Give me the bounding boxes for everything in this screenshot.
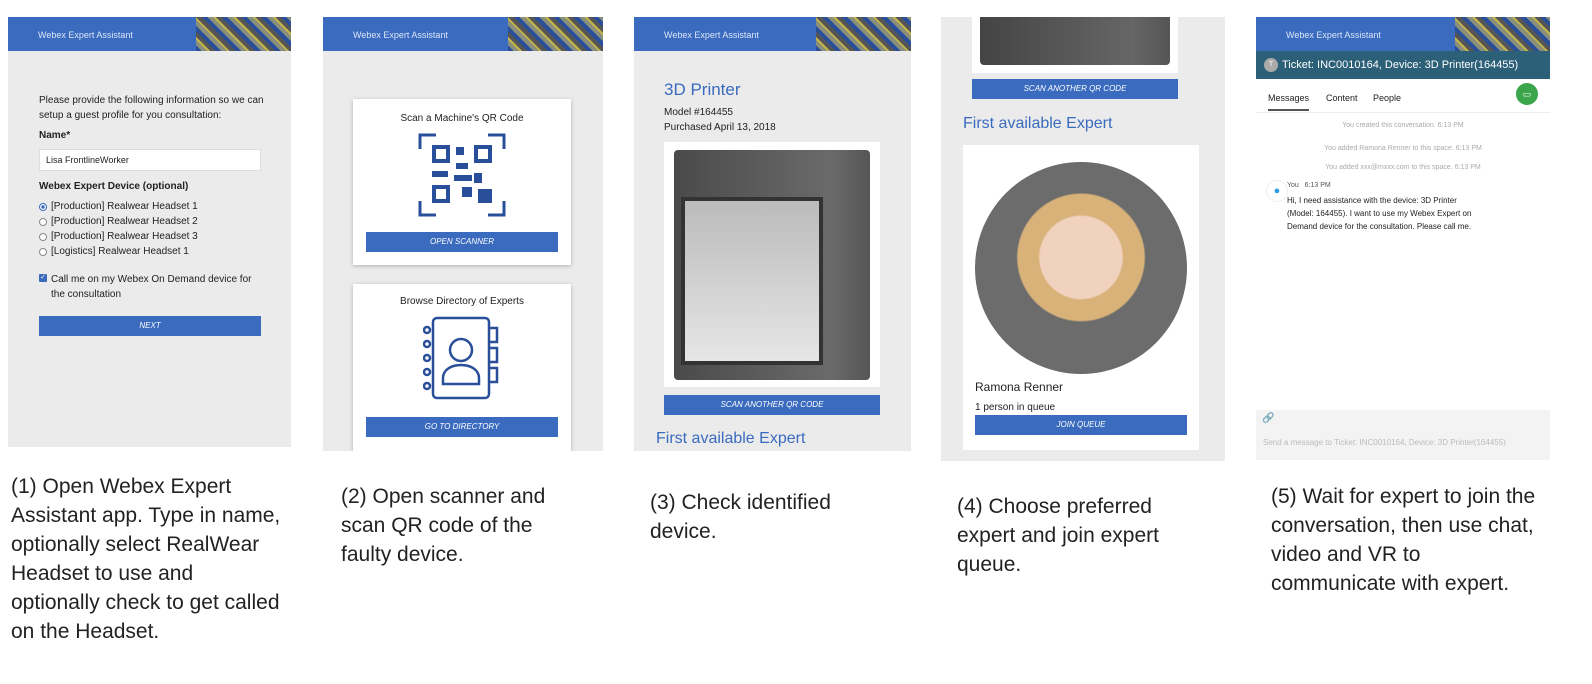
- device-title: 3D Printer: [664, 80, 741, 99]
- radio-label: [Production] Realwear Headset 2: [51, 216, 198, 227]
- tab-people[interactable]: People: [1373, 93, 1401, 103]
- device-radio[interactable]: [Production] Realwear Headset 3: [39, 229, 198, 244]
- screen-guest-profile: Webex Expert Assistant Please provide th…: [8, 17, 291, 447]
- caption-4: (4) Choose preferred expert and join exp…: [957, 495, 1159, 576]
- callme-checkbox[interactable]: ✓: [39, 274, 47, 282]
- attachment-icon[interactable]: 🔗: [1262, 413, 1274, 424]
- device-label: Webex Expert Device (optional): [39, 181, 189, 192]
- go-directory-button[interactable]: GO TO DIRECTORY: [366, 417, 558, 437]
- app-title: Webex Expert Assistant: [38, 30, 133, 40]
- ticket-avatar: T: [1264, 58, 1278, 72]
- app-header: Webex Expert Assistant: [323, 17, 603, 51]
- header-image: [196, 17, 291, 51]
- caption-5: (5) Wait for expert to join the conversa…: [1271, 485, 1536, 595]
- name-label: Name*: [39, 130, 71, 141]
- app-title: Webex Expert Assistant: [353, 30, 448, 40]
- message-time: 6:13 PM: [1304, 182, 1331, 189]
- header-image: [816, 17, 911, 51]
- app-header: Webex Expert Assistant: [8, 17, 291, 51]
- message-text: Hi, I need assistance with the device: 3…: [1287, 196, 1472, 231]
- next-button[interactable]: NEXT: [39, 316, 261, 336]
- radio-label: [Logistics] Realwear Headset 1: [51, 246, 189, 257]
- device-radio[interactable]: [Logistics] Realwear Headset 1: [39, 244, 198, 259]
- intro-text: Please provide the following information…: [39, 95, 264, 121]
- device-radio[interactable]: [Production] Realwear Headset 1: [39, 199, 198, 214]
- radio-label: [Production] Realwear Headset 1: [51, 201, 198, 212]
- expert-card[interactable]: Ramona Renner 1 person in queue JOIN QUE…: [963, 145, 1199, 450]
- system-message: You created this conversation. 6:13 PM: [1342, 122, 1464, 129]
- expert-name: Ramona Renner: [975, 380, 1064, 394]
- qr-code-icon: [418, 133, 506, 217]
- scan-title: Scan a Machine's QR Code: [400, 113, 524, 124]
- message-sender: You: [1287, 182, 1299, 189]
- ticket-title: Ticket: INC0010164, Device: 3D Printer(1…: [1282, 59, 1519, 71]
- open-scanner-button[interactable]: OPEN SCANNER: [366, 232, 558, 252]
- first-expert-heading: First available Expert: [656, 430, 806, 447]
- ticket-bar: T Ticket: INC0010164, Device: 3D Printer…: [1256, 51, 1550, 79]
- app-title: Webex Expert Assistant: [664, 30, 759, 40]
- device-model: Model #164455: [664, 107, 733, 118]
- first-expert-heading: First available Expert: [963, 115, 1113, 132]
- tab-bar: Messages Content People ▭: [1256, 79, 1550, 113]
- callme-label: Call me on my Webex On Demand device for…: [51, 274, 252, 300]
- caption-3: (3) Check identified device.: [650, 491, 831, 543]
- app-header: Webex Expert Assistant: [1256, 17, 1550, 51]
- caption-2: (2) Open scanner and scan QR code of the…: [341, 485, 546, 566]
- radio-label: [Production] Realwear Headset 3: [51, 231, 198, 242]
- header-image: [508, 17, 603, 51]
- name-input[interactable]: Lisa FrontlineWorker: [39, 149, 261, 171]
- scan-another-button[interactable]: SCAN ANOTHER QR CODE: [664, 395, 880, 415]
- screen-device: Webex Expert Assistant 3D Printer Model …: [634, 17, 911, 451]
- printer-image: [664, 142, 880, 387]
- expert-avatar: [975, 162, 1187, 374]
- printer-image: [972, 17, 1178, 73]
- chat-bubble-icon: ●: [1266, 180, 1288, 202]
- video-call-icon[interactable]: ▭: [1516, 83, 1538, 105]
- scan-card: Scan a Machine's QR Code OPEN SCANNER: [353, 99, 571, 265]
- caption-1: (1) Open Webex Expert Assistant app. Typ…: [11, 475, 281, 643]
- message-input[interactable]: Send a message to Ticket: INC0010164, De…: [1263, 438, 1506, 447]
- compose-area[interactable]: 🔗 Send a message to Ticket: INC0010164, …: [1256, 410, 1550, 460]
- screen-chat: Webex Expert Assistant T Ticket: INC0010…: [1256, 17, 1550, 460]
- join-queue-button[interactable]: JOIN QUEUE: [975, 415, 1187, 435]
- scan-another-button[interactable]: SCAN ANOTHER QR CODE: [972, 79, 1178, 99]
- queue-count: 1 person in queue: [975, 402, 1056, 413]
- app-header: Webex Expert Assistant: [634, 17, 911, 51]
- screen-expert: SCAN ANOTHER QR CODE First available Exp…: [941, 17, 1225, 461]
- system-message: You added xxx@mxxx.com to this space. 6:…: [1325, 164, 1481, 171]
- tab-content[interactable]: Content: [1326, 93, 1358, 103]
- device-purchased: Purchased April 13, 2018: [664, 122, 776, 133]
- header-image: [1455, 17, 1550, 51]
- browse-title: Browse Directory of Experts: [400, 296, 524, 307]
- directory-card: Browse Directory of Experts GO TO DIRECT…: [353, 284, 571, 451]
- device-radio[interactable]: [Production] Realwear Headset 2: [39, 214, 198, 229]
- tab-messages[interactable]: Messages: [1268, 93, 1310, 111]
- screen-scan: Webex Expert Assistant Scan a Machine's …: [323, 17, 603, 451]
- directory-book-icon: [423, 316, 499, 400]
- system-message: You added Ramona Renner to this space. 6…: [1324, 145, 1482, 152]
- app-title: Webex Expert Assistant: [1286, 30, 1381, 40]
